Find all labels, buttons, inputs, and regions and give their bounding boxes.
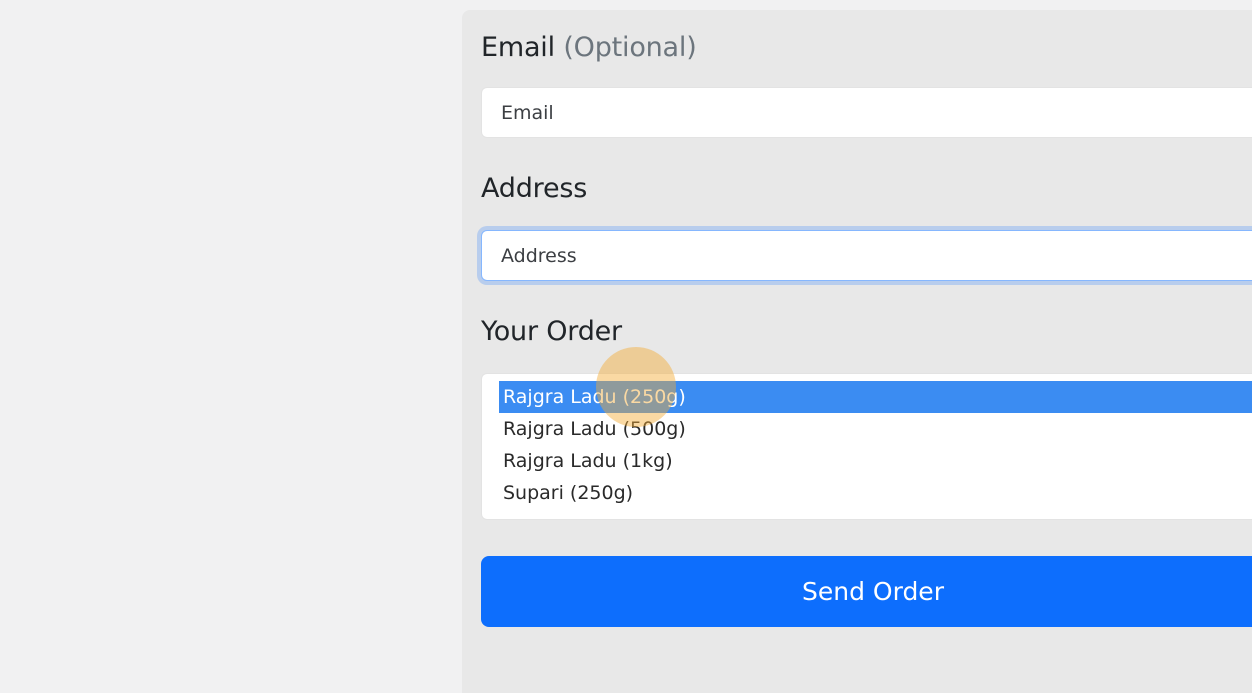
address-input[interactable] xyxy=(481,230,1252,281)
order-option-rajgra-ladu-1kg[interactable]: Rajgra Ladu (1kg) xyxy=(499,445,1252,477)
order-option-rajgra-ladu-500g[interactable]: Rajgra Ladu (500g) xyxy=(499,413,1252,445)
order-option-supari-250g[interactable]: Supari (250g) xyxy=(499,477,1252,509)
email-optional-hint: (Optional) xyxy=(563,32,697,63)
email-label: Email (Optional) xyxy=(481,32,697,63)
order-label: Your Order xyxy=(481,316,622,347)
order-select[interactable]: Rajgra Ladu (250g) Rajgra Ladu (500g) Ra… xyxy=(481,373,1252,520)
order-form-panel: Email (Optional) Address Your Order Rajg… xyxy=(462,10,1252,693)
page: Email (Optional) Address Your Order Rajg… xyxy=(0,0,1252,693)
email-label-text: Email xyxy=(481,32,555,63)
email-input[interactable] xyxy=(481,87,1252,138)
order-option-rajgra-ladu-250g[interactable]: Rajgra Ladu (250g) xyxy=(499,381,1252,413)
send-order-button[interactable]: Send Order xyxy=(481,556,1252,627)
address-label: Address xyxy=(481,173,588,204)
